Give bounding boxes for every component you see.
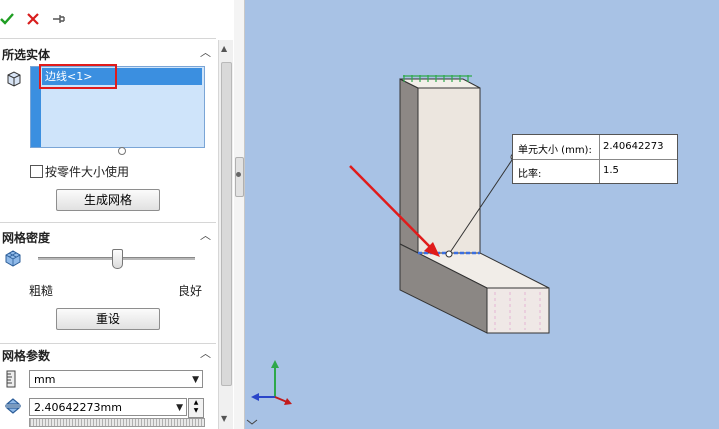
- scroll-up-icon[interactable]: ▲: [221, 44, 227, 53]
- element-size-slider-track[interactable]: [29, 418, 205, 427]
- panel-scrollbar-thumb[interactable]: [221, 62, 232, 386]
- ratio-callout-value: 1.5: [603, 165, 619, 176]
- selected-entities-title: 所选实体: [2, 48, 51, 62]
- reset-button[interactable]: 重设: [56, 308, 160, 330]
- chevron-down-icon: ▼: [192, 375, 199, 385]
- element-size-icon: [5, 398, 21, 414]
- ruler-icon: [6, 370, 16, 388]
- element-size-callout-value: 2.40642273: [603, 141, 664, 152]
- coarse-label: 粗糙: [29, 284, 54, 298]
- resize-handle[interactable]: [118, 147, 126, 155]
- generate-mesh-button[interactable]: 生成网格: [56, 189, 160, 211]
- axis-triad-icon: [251, 360, 292, 405]
- mesh-density-icon: [5, 250, 21, 267]
- leader-anchor-icon: [445, 250, 453, 258]
- use-part-size-checkbox[interactable]: [30, 165, 43, 178]
- model-graphics: [246, 75, 550, 425]
- mesh-callout: 单元大小 (mm): 2.40642273 比率: 1.5: [512, 134, 678, 184]
- element-size-callout-label: 单元大小 (mm):: [518, 145, 592, 156]
- splitter-dot-icon: [236, 172, 241, 177]
- splitter-grip[interactable]: [235, 157, 244, 197]
- check-icon[interactable]: [0, 12, 14, 26]
- use-part-size-label: 按零件大小使用: [45, 165, 130, 179]
- list-highlight-box: [39, 64, 117, 89]
- mesh-parameters-title: 网格参数: [2, 349, 51, 363]
- element-size-input[interactable]: 2.40642273mm ▼: [29, 398, 187, 416]
- ratio-callout-label: 比率:: [518, 169, 542, 180]
- collapse-mesh-parameters-icon[interactable]: ︿: [200, 345, 211, 361]
- mesh-density-slider-thumb[interactable]: [111, 249, 123, 269]
- unit-select[interactable]: mm ▼: [29, 370, 203, 388]
- fine-label: 良好: [178, 284, 203, 298]
- collapse-selected-entities-icon[interactable]: ︿: [200, 44, 211, 60]
- part-front-face: [417, 87, 481, 254]
- element-size-spinner[interactable]: ▲ ▼: [188, 398, 204, 418]
- scroll-down-icon[interactable]: ▼: [221, 414, 227, 423]
- panel-splitter[interactable]: [234, 0, 245, 429]
- view-orientation-icon: [246, 419, 258, 425]
- property-manager-panel: 所选实体 ︿ 边线<1> 按零件大小使用 生成网格 网格密度 ︿ 粗糙 良好 重…: [0, 0, 235, 429]
- chevron-down-icon: ▼: [176, 403, 183, 413]
- element-size-value: 2.40642273mm: [34, 401, 122, 414]
- collapse-mesh-density-icon[interactable]: ︿: [200, 227, 211, 243]
- mesh-density-title: 网格密度: [2, 231, 51, 245]
- pushpin-icon[interactable]: [52, 13, 66, 25]
- x-icon[interactable]: [27, 13, 39, 25]
- panel-scrollbar[interactable]: ▲ ▼: [218, 40, 233, 429]
- part-body-icon: [7, 71, 21, 87]
- unit-select-value: mm: [34, 373, 56, 386]
